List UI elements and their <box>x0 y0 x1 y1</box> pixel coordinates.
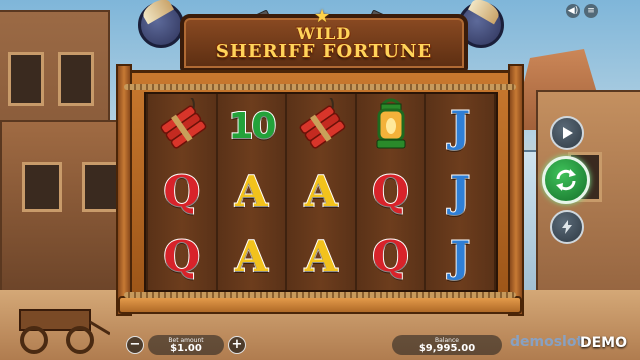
symbol-cell: Q <box>358 228 424 286</box>
symbol-a: A <box>234 232 269 282</box>
symbol-a: A <box>304 166 339 216</box>
spin-arrows-icon <box>556 169 576 191</box>
menu-icon: ≡ <box>587 6 595 16</box>
symbol-cell: Q <box>149 228 215 286</box>
symbol-cell: J <box>427 163 493 221</box>
symbol-cell: J <box>427 228 493 286</box>
dynamite-icon <box>294 95 348 156</box>
reel-column-2: 10 A A <box>217 94 286 290</box>
symbol-cell <box>358 98 424 156</box>
reel-column-4: QQ <box>356 94 425 290</box>
frame-post-left <box>116 64 132 316</box>
symbol-a: A <box>304 232 339 282</box>
symbol-cell: A <box>218 163 284 221</box>
sound-button[interactable]: ◀) <box>566 4 580 18</box>
rope-bottom <box>124 292 516 298</box>
symbol-j: J <box>449 166 471 216</box>
symbol-cell: A <box>218 228 284 286</box>
symbol-cell <box>288 95 354 156</box>
symbol-cell: 10 <box>218 98 284 156</box>
autoplay-button[interactable] <box>550 116 584 150</box>
frame-post-right <box>508 64 524 316</box>
symbol-q: Q <box>163 232 202 282</box>
game-title-sign: ★ WILD SHERIFF FORTUNE <box>180 6 468 72</box>
demoslot-watermark: demoslot <box>510 334 584 350</box>
sheriff-star-icon: ★ <box>314 6 331 27</box>
increase-bet-button[interactable]: + <box>228 336 246 354</box>
symbol-q: Q <box>371 166 410 216</box>
rope-top <box>124 84 516 90</box>
speaker-icon: ◀) <box>567 6 579 16</box>
dynamite-icon <box>155 95 209 156</box>
title-line-main: SHERIFF FORTUNE <box>215 40 433 62</box>
symbol-a: A <box>234 166 269 216</box>
reel-column-1: QQ <box>148 94 216 290</box>
lantern-icon <box>369 96 413 158</box>
play-icon <box>563 127 573 139</box>
symbol-q: Q <box>163 166 202 216</box>
balance-value: $9,995.00 <box>418 343 476 354</box>
reel-column-5: JJJ <box>426 94 494 290</box>
symbol-cell: Q <box>358 163 424 221</box>
spin-button[interactable] <box>542 156 590 204</box>
symbol-cell: A <box>288 163 354 221</box>
turbo-button[interactable] <box>550 210 584 244</box>
symbol-cell: A <box>288 228 354 286</box>
demo-badge: DEMO <box>580 335 628 351</box>
symbol-cell: Q <box>149 163 215 221</box>
symbol-j: J <box>449 101 471 151</box>
symbol-cell: J <box>427 98 493 156</box>
decrease-bet-button[interactable]: − <box>126 336 144 354</box>
window <box>58 52 94 106</box>
symbol-10: 10 <box>227 105 277 148</box>
reels-grid: Q Q 10 A A A A Q Q J J J <box>144 92 498 292</box>
wagon-icon <box>19 309 110 354</box>
symbol-cell <box>149 95 215 156</box>
symbol-q: Q <box>371 232 410 282</box>
symbol-j: J <box>449 232 471 282</box>
reel-column-3: AA <box>287 94 355 290</box>
frame-bottom-plank <box>118 296 522 314</box>
window <box>8 52 44 106</box>
bet-amount-value: $1.00 <box>170 343 202 354</box>
menu-button[interactable]: ≡ <box>584 4 598 18</box>
lightning-icon <box>562 220 572 234</box>
window <box>22 162 62 212</box>
title-line-wild: WILD <box>296 23 352 43</box>
